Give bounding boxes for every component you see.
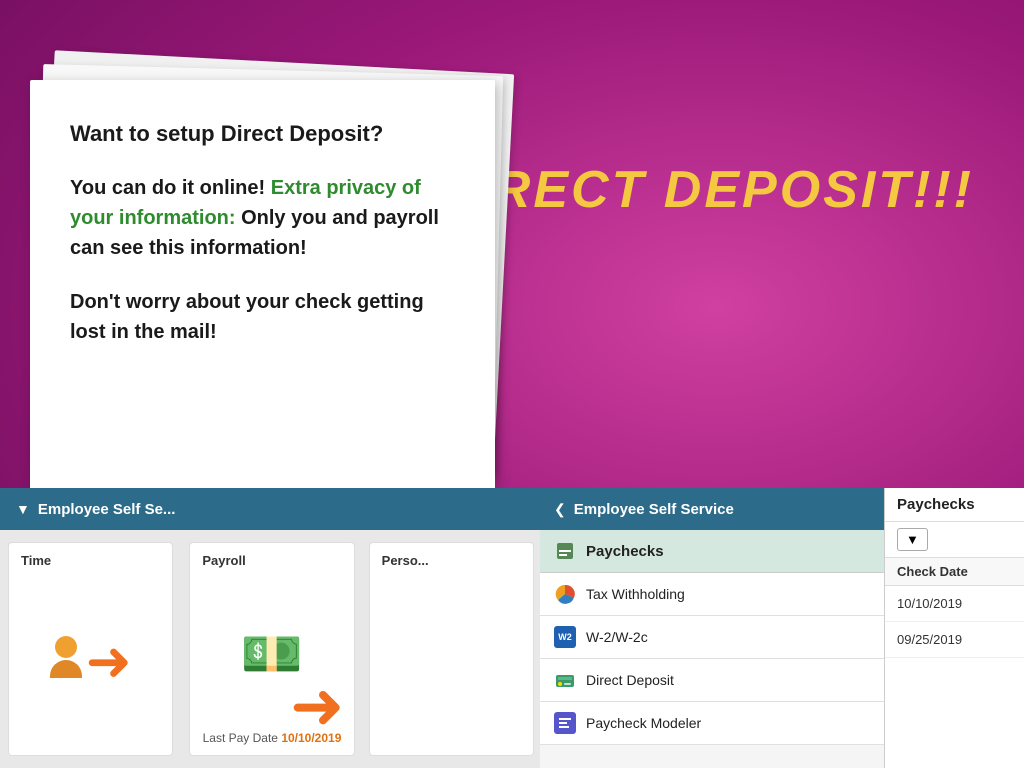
personal-card[interactable]: Perso...	[369, 542, 534, 756]
filter-row: ▼	[885, 522, 1024, 558]
ess-bar-arrow-icon: ▼	[16, 501, 30, 517]
paychecks-section-label: Paychecks	[586, 543, 664, 560]
paper-paragraph-1: You can do it online! Extra privacy of y…	[70, 173, 455, 263]
pay-date-label: Last Pay Date	[203, 731, 278, 745]
paper-main: Want to setup Direct Deposit? You can do…	[30, 80, 495, 490]
time-card-label: Time	[21, 553, 51, 568]
paper-paragraph-2: Don't worry about your check getting los…	[70, 287, 455, 347]
left-cards-container: ▼ Employee Self Se... Time ➜ Payroll 💵	[0, 488, 540, 768]
time-card[interactable]: Time ➜	[8, 542, 173, 756]
person-icon	[50, 636, 82, 678]
ess-bar[interactable]: ▼ Employee Self Se...	[0, 488, 540, 530]
time-arrow-icon: ➜	[86, 629, 132, 693]
check-date-row-1[interactable]: 10/10/2019	[885, 586, 1024, 622]
paychecks-section-icon	[554, 540, 576, 562]
paper-heading: Want to setup Direct Deposit?	[70, 120, 455, 149]
w2-icon: W2	[554, 626, 576, 648]
filter-button[interactable]: ▼	[897, 528, 928, 551]
bottom-ui: ▼ Employee Self Se... Time ➜ Payroll 💵	[0, 488, 1024, 768]
paper-stack: Want to setup Direct Deposit? You can do…	[30, 80, 520, 500]
paycheck-modeler-icon	[554, 712, 576, 734]
payroll-to-menu-arrow-icon: ➜	[290, 673, 344, 738]
cards-row: Time ➜ Payroll 💵 Last Pay Date 10/10/201…	[0, 530, 540, 768]
payroll-card-label: Payroll	[202, 553, 245, 568]
check-date-col-header: Check Date	[885, 558, 1024, 586]
paychecks-panel-header: Paychecks	[885, 488, 1024, 522]
paychecks-panel: Paychecks ▼ Check Date 10/10/2019 09/25/…	[884, 488, 1024, 768]
paper-p1-plain: You can do it online!	[70, 177, 271, 199]
person-shoulders	[50, 660, 82, 678]
ess-header-label: Employee Self Service	[574, 501, 734, 518]
direct-deposit-icon	[554, 669, 576, 691]
person-head	[55, 636, 77, 658]
personal-card-label: Perso...	[382, 553, 429, 568]
ess-bar-label: Employee Self Se...	[38, 501, 176, 518]
tax-withholding-icon	[554, 583, 576, 605]
ess-back-icon[interactable]: ❮	[554, 501, 566, 518]
check-date-row-2[interactable]: 09/25/2019	[885, 622, 1024, 658]
time-card-visual: ➜	[50, 621, 132, 693]
